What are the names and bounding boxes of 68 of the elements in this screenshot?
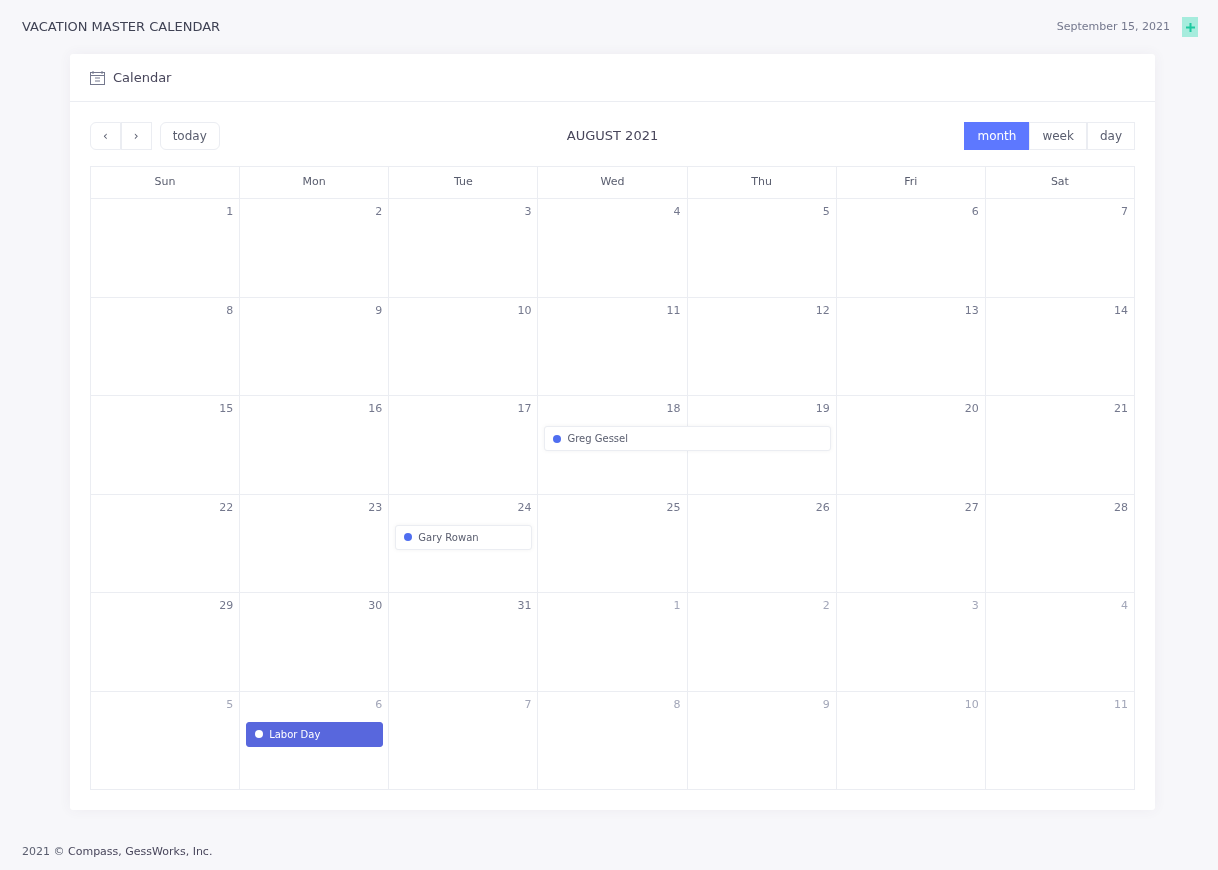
day-number: 28 — [1114, 500, 1128, 515]
day-number: 8 — [226, 303, 234, 318]
calendar-event[interactable]: Labor Day — [246, 721, 384, 747]
calendar-event[interactable]: Gary Rowan — [395, 524, 533, 550]
day-number: 8 — [673, 697, 681, 712]
calendar-icon — [90, 70, 105, 85]
day-number: 11 — [666, 303, 681, 318]
day-number: 3 — [524, 205, 532, 219]
day-number: 9 — [375, 303, 383, 318]
weekday-header: Sun — [91, 167, 241, 199]
calendar-event[interactable]: Greg Gessel — [544, 426, 831, 451]
event-dot — [255, 730, 264, 738]
day-number: 15 — [219, 402, 234, 416]
day-number: 5 — [822, 205, 830, 219]
day-number: 16 — [368, 402, 383, 416]
weekday-header: Tue — [389, 167, 539, 199]
app-title: VACATION MASTER CALENDAR — [22, 18, 221, 37]
day-number: 13 — [964, 303, 979, 318]
card-title: Calendar — [113, 68, 172, 87]
weekday-header: Thu — [687, 167, 837, 199]
day-number: 27 — [964, 500, 979, 515]
day-number: 14 — [1114, 303, 1128, 318]
plus-icon — [1185, 22, 1195, 32]
company-name: Compass, GessWorks, Inc. — [68, 845, 213, 858]
day-number: 4 — [1121, 599, 1128, 613]
weekday-header: Sat — [985, 167, 1135, 199]
day-number: 26 — [815, 500, 830, 515]
day-number: 30 — [368, 599, 383, 613]
day-number: 1 — [226, 205, 234, 219]
view-tab[interactable]: week — [1029, 122, 1087, 150]
day-number: 9 — [822, 697, 830, 712]
day-number: 10 — [964, 697, 979, 712]
day-number: 3 — [971, 599, 979, 613]
day-number: 6 — [375, 697, 383, 712]
day-number: 1 — [673, 599, 681, 613]
day-number: 10 — [517, 303, 532, 318]
day-number: 22 — [219, 500, 234, 515]
month-title: AUGUST 2021 — [566, 127, 659, 146]
view-tab[interactable]: day — [1086, 122, 1135, 150]
weekday-header: Mon — [240, 167, 390, 199]
next-button[interactable]: › — [120, 122, 152, 150]
day-number: 6 — [971, 205, 979, 219]
day-number: 24 — [517, 500, 532, 515]
day-number: 20 — [964, 402, 979, 416]
day-number: 21 — [1114, 402, 1128, 416]
day-number: 23 — [368, 500, 383, 515]
day-number: 11 — [1114, 697, 1128, 712]
day-number: 7 — [1121, 205, 1128, 219]
add-button[interactable] — [1182, 17, 1198, 37]
current-date: September 15, 2021 — [1056, 18, 1170, 35]
day-number: 19 — [815, 402, 830, 416]
day-number: 2 — [375, 205, 383, 219]
day-number: 2 — [822, 599, 830, 613]
previous-button[interactable]: ‹ — [90, 122, 121, 150]
day-number: 18 — [666, 402, 681, 416]
weekday-header: Fri — [836, 167, 986, 199]
day-number: 25 — [666, 500, 681, 515]
day-number: 17 — [517, 402, 532, 416]
day-number: 5 — [226, 697, 234, 712]
view-tab[interactable]: month — [964, 122, 1030, 150]
copyright-year: 2021 © — [22, 845, 65, 858]
day-number: 4 — [673, 205, 681, 219]
day-number: 31 — [517, 599, 532, 613]
day-number: 29 — [219, 599, 234, 613]
weekday-header: Wed — [538, 167, 688, 199]
day-number: 12 — [815, 303, 830, 318]
today-button[interactable]: today — [159, 122, 220, 150]
day-number: 7 — [524, 697, 532, 712]
